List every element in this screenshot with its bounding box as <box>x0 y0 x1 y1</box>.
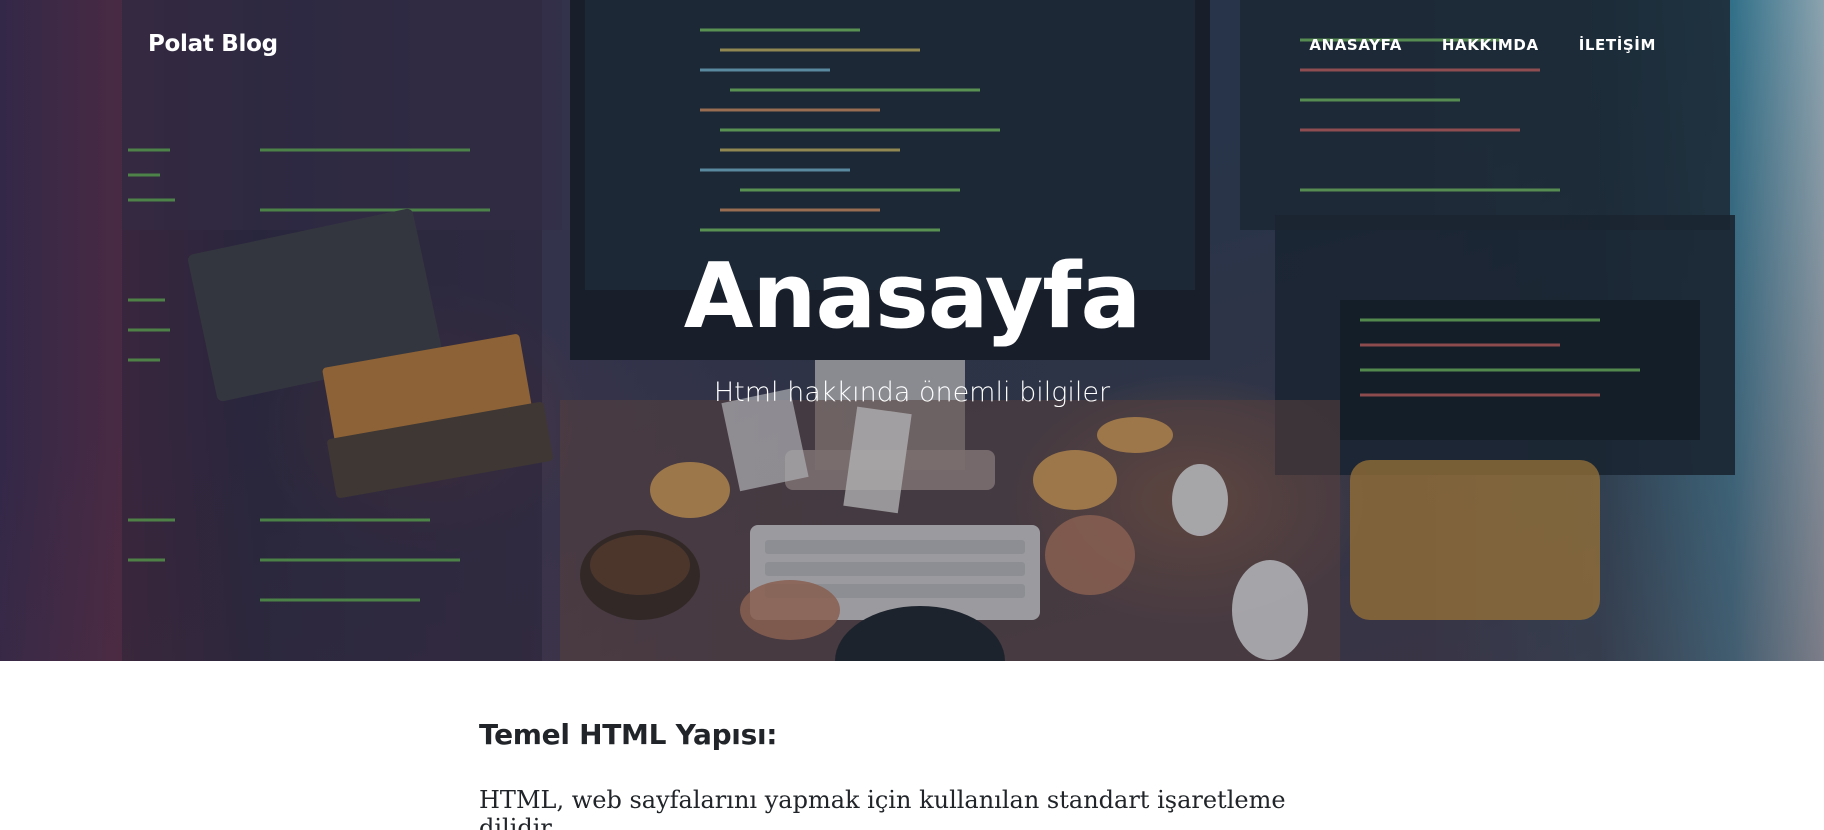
page-subtitle: Html hakkında önemli bilgiler <box>713 377 1111 408</box>
nav-link-hakkimda[interactable]: HAKKIMDA <box>1442 36 1539 54</box>
nav-link-anasayfa[interactable]: ANASAYFA <box>1309 36 1402 54</box>
main-content: Temel HTML Yapısı: HTML, web sayfalarını… <box>479 718 1345 830</box>
section-paragraph: HTML, web sayfalarını yapmak için kullan… <box>479 786 1286 830</box>
top-navbar: Polat Blog ANASAYFA HAKKIMDA İLETİŞİM <box>0 0 1824 94</box>
section-heading: Temel HTML Yapısı: <box>479 718 778 751</box>
nav-links: ANASAYFA HAKKIMDA İLETİŞİM <box>1309 36 1656 54</box>
brand-logo-link[interactable]: Polat Blog <box>148 31 278 57</box>
nav-link-iletisim[interactable]: İLETİŞİM <box>1579 36 1656 54</box>
hero-header: Polat Blog ANASAYFA HAKKIMDA İLETİŞİM An… <box>0 0 1824 661</box>
page-title: Anasayfa <box>683 244 1142 349</box>
